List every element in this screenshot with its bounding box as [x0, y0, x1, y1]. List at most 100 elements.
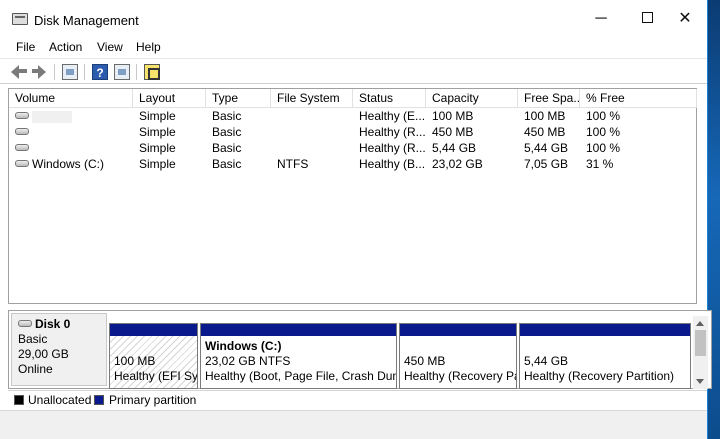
properties-icon[interactable]: [144, 64, 160, 80]
cell-layout: Simple: [139, 157, 176, 171]
cell-status: Healthy (B...: [359, 157, 426, 171]
volume-icon: [15, 144, 29, 152]
cell-percent-free: 100 %: [586, 109, 621, 123]
column-header-type[interactable]: Type: [206, 89, 271, 108]
cell-type: Basic: [212, 125, 242, 139]
cell-capacity: 100 MB: [432, 109, 474, 123]
console-view-icon[interactable]: [114, 64, 130, 80]
cell-volume: [9, 124, 133, 140]
partition-status: Healthy (Boot, Page File, Crash Dum: [205, 369, 396, 383]
partition-size: 100 MB: [114, 354, 156, 368]
table-row[interactable]: Simple Basic Healthy (R... 5,44 GB 5,44 …: [9, 140, 696, 156]
partition-windows-body: Windows (C:) 23,02 GB NTFS Healthy (Boot…: [201, 336, 396, 388]
menu-file[interactable]: File: [16, 40, 35, 54]
primary-partition-swatch: [94, 395, 104, 405]
cell-type: Basic: [212, 157, 242, 171]
partition-recovery-1[interactable]: 450 MB Healthy (Recovery Pa: [399, 323, 517, 389]
disk-graphical-view: Disk 0 Basic 29,00 GB Online 100 MB Heal…: [8, 310, 712, 389]
disk-management-app-icon: [12, 13, 28, 25]
primary-partition-bar: [110, 324, 197, 336]
graph-vertical-scrollbar[interactable]: [693, 316, 708, 389]
back-arrow-shaft: [18, 69, 27, 73]
partition-size: 5,44 GB: [524, 354, 569, 368]
column-header-volume[interactable]: Volume: [9, 89, 133, 108]
back-icon[interactable]: [11, 64, 27, 80]
partition-efi[interactable]: 100 MB Healthy (EFI Sy: [109, 323, 198, 389]
volume-list[interactable]: Volume Layout Type File System Status Ca…: [8, 88, 697, 304]
unallocated-swatch: [14, 395, 24, 405]
scroll-down-icon[interactable]: [696, 379, 704, 384]
cell-file-system: [271, 108, 353, 124]
toolbar-separator: [54, 64, 55, 80]
cell-volume: [9, 140, 133, 156]
partition-windows-c[interactable]: Windows (C:) 23,02 GB NTFS Healthy (Boot…: [200, 323, 397, 389]
partition-title: [524, 339, 686, 354]
cell-percent-free: 31 %: [586, 157, 614, 171]
scroll-thumb[interactable]: [695, 330, 706, 356]
menu-action[interactable]: Action: [49, 40, 82, 54]
close-button[interactable]: ✕: [662, 0, 708, 38]
cell-free-space: 100 MB: [524, 109, 566, 123]
disk-0-label[interactable]: Disk 0 Basic 29,00 GB Online: [11, 313, 107, 386]
column-header-free-space[interactable]: Free Spa...: [518, 89, 580, 108]
disk-state: Online: [18, 362, 53, 376]
cell-type: Basic: [212, 141, 242, 155]
table-row[interactable]: Windows (C:) Simple Basic NTFS Healthy (…: [9, 156, 696, 172]
maximize-icon: [641, 11, 653, 23]
cell-layout: Simple: [139, 109, 176, 123]
partition-size: 23,02 GB NTFS: [205, 354, 291, 368]
primary-partition-bar: [201, 324, 396, 336]
primary-partition-bar: [520, 324, 690, 336]
cell-free-space: 450 MB: [524, 125, 566, 139]
partition-status: Healthy (EFI Sy: [114, 369, 197, 383]
title-bar[interactable]: Disk Management ─ ✕: [0, 0, 707, 38]
partition-efi-body: 100 MB Healthy (EFI Sy: [110, 336, 197, 388]
cell-capacity: 23,02 GB: [432, 157, 483, 171]
partition-size: 450 MB: [404, 354, 446, 368]
cell-status: Healthy (R...: [359, 125, 426, 139]
cell-layout: Simple: [139, 125, 176, 139]
volume-name-redacted: [32, 110, 72, 123]
partition-legend: Unallocated Primary partition: [8, 390, 707, 409]
legend-unallocated: Unallocated: [28, 393, 92, 407]
cell-type: Basic: [212, 109, 242, 123]
volume-icon: [15, 112, 29, 120]
volume-icon: [15, 128, 29, 136]
menu-help[interactable]: Help: [136, 40, 161, 54]
show-panel-icon[interactable]: [62, 64, 78, 80]
cell-file-system: [271, 124, 353, 140]
cell-capacity: 5,44 GB: [432, 141, 477, 155]
partition-recovery-1-body: 450 MB Healthy (Recovery Pa: [400, 336, 516, 388]
disk-management-window: Disk Management ─ ✕ File Action View Hel…: [0, 0, 712, 439]
column-header-layout[interactable]: Layout: [133, 89, 206, 108]
column-header-capacity[interactable]: Capacity: [426, 89, 518, 108]
cell-free-space: 5,44 GB: [524, 141, 569, 155]
column-header-status[interactable]: Status: [353, 89, 426, 108]
column-header-file-system[interactable]: File System: [271, 89, 353, 108]
help-icon[interactable]: ?: [92, 64, 108, 80]
cell-capacity: 450 MB: [432, 125, 474, 139]
window-title: Disk Management: [34, 13, 139, 28]
disk-name-text: Disk 0: [35, 317, 71, 331]
minimize-button[interactable]: ─: [578, 0, 624, 38]
forward-icon[interactable]: [32, 64, 48, 80]
scroll-up-icon[interactable]: [696, 321, 704, 326]
toolbar-separator: [84, 64, 85, 80]
table-row[interactable]: Simple Basic Healthy (R... 450 MB 450 MB…: [9, 124, 696, 140]
partition-title: [404, 339, 512, 354]
partition-recovery-2-body: 5,44 GB Healthy (Recovery Partition): [520, 336, 690, 388]
column-header-percent-free[interactable]: % Free: [580, 89, 697, 108]
cell-file-system: NTFS: [277, 157, 309, 171]
partition-status: Healthy (Recovery Pa: [404, 369, 516, 383]
menu-view[interactable]: View: [97, 40, 123, 54]
cell-percent-free: 100 %: [586, 141, 621, 155]
disk-size: 29,00 GB: [18, 347, 69, 361]
toolbar-separator: [136, 64, 137, 80]
partition-title: [114, 339, 193, 354]
cell-file-system: [271, 140, 353, 156]
cell-volume: Windows (C:): [9, 156, 133, 172]
partition-recovery-2[interactable]: 5,44 GB Healthy (Recovery Partition): [519, 323, 691, 389]
volume-name: Windows (C:): [32, 157, 105, 171]
table-row[interactable]: Simple Basic Healthy (E... 100 MB 100 MB…: [9, 108, 696, 124]
partition-title: Windows (C:): [205, 339, 282, 353]
